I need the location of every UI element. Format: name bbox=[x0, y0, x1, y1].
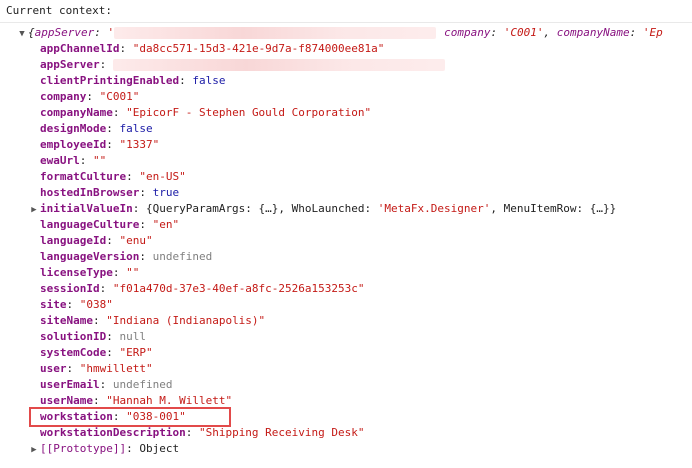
property-row-licenseType: licenseType: "" bbox=[40, 266, 140, 279]
property-key: appChannelId bbox=[40, 42, 120, 55]
property-key: languageCulture bbox=[40, 218, 140, 231]
property-row-hostedInBrowser: hostedInBrowser: true bbox=[40, 186, 180, 199]
property-key: languageId bbox=[40, 234, 107, 247]
property-row-formatCulture: formatCulture: "en-US" bbox=[40, 170, 186, 183]
property-key: appServer bbox=[40, 58, 100, 71]
property-value: "hmwillett" bbox=[79, 362, 153, 375]
property-value: {QueryParamArgs: {…}, WhoLaunched: 'Meta… bbox=[145, 202, 617, 215]
property-key: userEmail bbox=[40, 378, 100, 391]
property-value: "1337" bbox=[119, 138, 160, 151]
property-value: "en-US" bbox=[139, 170, 186, 183]
property-value: undefined bbox=[112, 378, 173, 391]
property-value: "Hannah M. Willett" bbox=[106, 394, 233, 407]
property-key: siteName bbox=[40, 314, 93, 327]
property-value: "Indiana (Indianapolis)" bbox=[106, 314, 266, 327]
property-key: designMode bbox=[40, 122, 107, 135]
property-row-initialValueIn[interactable]: ▶ initialValueIn: {QueryParamArgs: {…}, W… bbox=[28, 201, 616, 217]
property-row-companyName: companyName: "EpicorF - Stephen Gould Co… bbox=[40, 106, 372, 119]
property-row-employeeId: employeeId: "1337" bbox=[40, 138, 160, 151]
property-row-user: user: "hmwillett" bbox=[40, 362, 153, 375]
property-key: initialValueIn bbox=[40, 202, 133, 215]
property-row-solutionID: solutionID: null bbox=[40, 330, 146, 343]
context-object-summary[interactable]: ▼ {appServer: ' company: 'C001', companyNa… bbox=[16, 25, 663, 41]
property-value: "en" bbox=[152, 218, 180, 231]
property-value: "" bbox=[126, 266, 140, 279]
property-key: workstationDescription bbox=[40, 426, 186, 439]
property-value: "f01a470d-37e3-40ef-a8fc-2526a153253c" bbox=[112, 282, 365, 295]
property-row-site: site: "038" bbox=[40, 298, 113, 311]
console-context-label: Current context: bbox=[0, 0, 692, 23]
property-row-company: company: "C001" bbox=[40, 90, 140, 103]
property-value: null bbox=[119, 330, 146, 343]
property-key: userName bbox=[40, 394, 93, 407]
property-value: "Shipping Receiving Desk" bbox=[198, 426, 365, 439]
property-row-workstationDescription: workstationDescription: "Shipping Receiv… bbox=[40, 426, 365, 439]
redacted-block bbox=[114, 27, 437, 39]
property-row-languageId: languageId: "enu" bbox=[40, 234, 153, 247]
property-key: site bbox=[40, 298, 67, 311]
property-key: companyName bbox=[40, 106, 113, 119]
property-value: true bbox=[152, 186, 180, 199]
property-key: ewaUrl bbox=[40, 154, 80, 167]
property-value: false bbox=[192, 74, 226, 87]
property-key: company bbox=[40, 90, 87, 103]
property-value: "" bbox=[93, 154, 107, 167]
property-key: sessionId bbox=[40, 282, 100, 295]
property-value: undefined bbox=[152, 250, 213, 263]
collapsed-triangle-icon[interactable]: ▶ bbox=[28, 202, 40, 218]
property-value: "ERP" bbox=[119, 346, 153, 359]
property-key: formatCulture bbox=[40, 170, 127, 183]
property-value: false bbox=[119, 122, 153, 135]
property-row-appChannelId: appChannelId: "da8cc571-15d3-421e-9d7a-f… bbox=[40, 42, 385, 55]
property-key: solutionID bbox=[40, 330, 107, 343]
property-value: "EpicorF - Stephen Gould Corporation" bbox=[126, 106, 372, 119]
property-row-clientPrintingEnabled: clientPrintingEnabled: false bbox=[40, 74, 226, 87]
property-row-sessionId: sessionId: "f01a470d-37e3-40ef-a8fc-2526… bbox=[40, 282, 365, 295]
property-value: "038" bbox=[79, 298, 113, 311]
property-row-userEmail: userEmail: undefined bbox=[40, 378, 173, 391]
property-row-systemCode: systemCode: "ERP" bbox=[40, 346, 153, 359]
property-key: employeeId bbox=[40, 138, 107, 151]
prototype-row[interactable]: ▶ [[Prototype]]: Object bbox=[28, 441, 179, 457]
property-row-ewaUrl: ewaUrl: "" bbox=[40, 154, 107, 167]
property-row-languageVersion: languageVersion: undefined bbox=[40, 250, 213, 263]
collapsed-triangle-icon[interactable]: ▶ bbox=[28, 442, 40, 458]
property-key: hostedInBrowser bbox=[40, 186, 140, 199]
property-key: user bbox=[40, 362, 67, 375]
property-row-languageCulture: languageCulture: "en" bbox=[40, 218, 180, 231]
workstation-highlight-box bbox=[29, 407, 231, 427]
expanded-triangle-icon[interactable]: ▼ bbox=[16, 26, 28, 42]
property-row-designMode: designMode: false bbox=[40, 122, 153, 135]
property-key: systemCode bbox=[40, 346, 107, 359]
property-key: clientPrintingEnabled bbox=[40, 74, 180, 87]
redacted-block bbox=[112, 59, 445, 71]
property-value: "C001" bbox=[99, 90, 140, 103]
property-value: "da8cc571-15d3-421e-9d7a-f874000ee81a" bbox=[132, 42, 385, 55]
property-value: "enu" bbox=[119, 234, 153, 247]
property-key: languageVersion bbox=[40, 250, 140, 263]
property-row-appServer: appServer: bbox=[40, 57, 445, 73]
property-key: licenseType bbox=[40, 266, 113, 279]
property-row-siteName: siteName: "Indiana (Indianapolis)" bbox=[40, 314, 266, 327]
